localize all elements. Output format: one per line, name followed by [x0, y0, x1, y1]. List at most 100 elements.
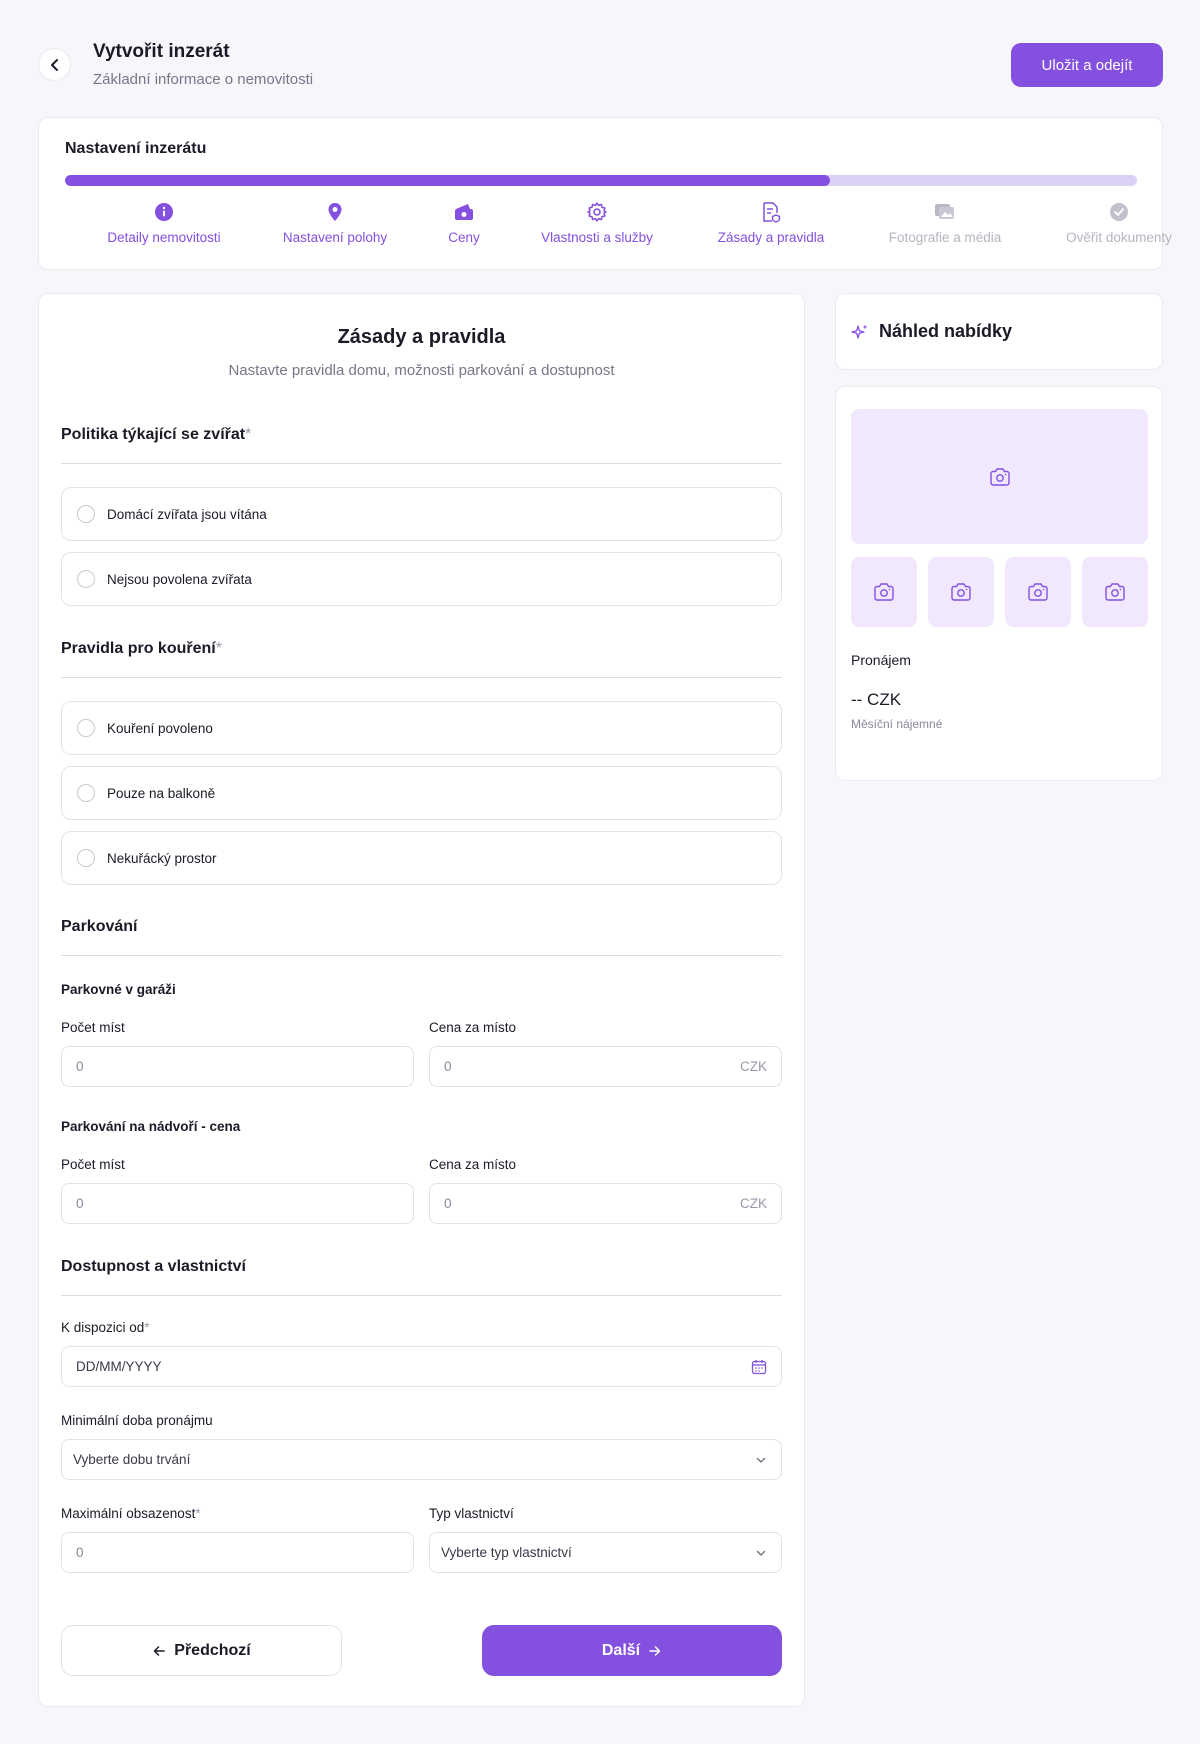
garage-price-input[interactable]: 0 CZK [429, 1046, 782, 1087]
step-label: Vlastnosti a služby [541, 230, 653, 245]
step-label: Nastavení polohy [282, 230, 388, 245]
camera-icon [874, 583, 894, 601]
location-pin-icon [323, 200, 347, 224]
availability-section-title: Dostupnost a vlastnictví [61, 1258, 246, 1275]
preview-title: Náhled nabídky [879, 321, 1013, 341]
step-photos[interactable]: Fotografie a média [865, 200, 1025, 245]
radio-button[interactable] [77, 570, 95, 588]
outdoor-price-label: Cena za místo [429, 1157, 517, 1172]
smoking-section-title: Pravidla pro kouření* [61, 640, 222, 657]
step-label: Fotografie a média [888, 230, 1002, 245]
thumb-photo-placeholder [928, 557, 994, 627]
main-photo-placeholder [851, 409, 1148, 544]
rules-form-card: Zásady a pravidla Nastavte pravidla domu… [38, 293, 805, 1707]
section-divider [61, 677, 782, 678]
next-button-label: Další [601, 1641, 641, 1659]
listing-price-note: Měsíční nájemné [851, 717, 943, 731]
progress-bar [65, 175, 1137, 186]
camera-icon [989, 467, 1010, 486]
section-divider [61, 463, 782, 464]
ownership-type-label: Typ vlastnictví [429, 1506, 514, 1521]
thumb-photo-placeholder [851, 557, 917, 627]
min-rental-label: Minimální doba pronájmu [61, 1413, 213, 1428]
radio-button[interactable] [77, 719, 95, 737]
chevron-down-icon [756, 1550, 766, 1556]
next-button[interactable]: Další [482, 1625, 782, 1676]
previous-button-label: Předchozí [174, 1641, 251, 1659]
max-occupancy-input[interactable]: 0 [61, 1532, 414, 1573]
garage-price-label: Cena za místo [429, 1020, 517, 1035]
available-from-label: K dispozici od* [61, 1320, 150, 1335]
radio-pets-welcome[interactable]: Domácí zvířata jsou vítána [61, 487, 782, 541]
listing-type: Pronájem [851, 652, 911, 668]
camera-icon [951, 583, 971, 601]
currency-suffix: CZK [740, 1196, 767, 1211]
save-and-exit-button[interactable]: Uložit a odejít [1011, 43, 1163, 87]
min-rental-select[interactable]: Vyberte dobu trvání [61, 1439, 782, 1480]
outdoor-count-input[interactable]: 0 [61, 1183, 414, 1224]
info-icon [152, 200, 176, 224]
step-features[interactable]: Vlastnosti a služby [517, 200, 677, 245]
radio-balcony-only[interactable]: Pouze na balkoně [61, 766, 782, 820]
camera-icon [1105, 583, 1125, 601]
chevron-left-icon [50, 58, 58, 71]
pets-section-title: Politika týkající se zvířat* [61, 426, 252, 443]
listing-price: -- CZK [851, 690, 902, 709]
currency-suffix: CZK [740, 1059, 767, 1074]
max-occupancy-label: Maximální obsazenost* [61, 1506, 201, 1521]
section-divider [61, 1295, 782, 1296]
step-label: Zásady a pravidla [717, 230, 825, 245]
radio-label: Nekuřácký prostor [107, 850, 217, 866]
radio-button[interactable] [77, 849, 95, 867]
radio-non-smoking[interactable]: Nekuřácký prostor [61, 831, 782, 885]
radio-label: Pouze na balkoně [107, 785, 216, 801]
outdoor-price-input[interactable]: 0 CZK [429, 1183, 782, 1224]
progress-card: Nastavení inzerátu Detaily nemovitosti N… [38, 117, 1172, 270]
wallet-icon [452, 200, 476, 224]
ownership-type-select[interactable]: Vyberte typ vlastnictví [429, 1532, 782, 1573]
sparkle-icon [851, 324, 868, 339]
parking-section-title: Parkování [61, 918, 138, 935]
form-subtitle: Nastavte pravidla domu, možnosti parková… [228, 362, 615, 379]
arrow-right-icon [649, 1645, 661, 1656]
camera-icon [1028, 583, 1048, 601]
previous-button[interactable]: Předchozí [61, 1625, 342, 1676]
progress-bar-fill [65, 175, 831, 186]
radio-smoking-allowed[interactable]: Kouření povoleno [61, 701, 782, 755]
check-circle-icon [1107, 200, 1131, 224]
page-subtitle: Základní informace o nemovitosti [93, 71, 314, 88]
gear-icon [585, 200, 609, 224]
outdoor-parking-label: Parkování na nádvoří - cena [61, 1119, 241, 1134]
radio-label: Kouření povoleno [107, 720, 213, 736]
preview-header: Náhled nabídky [835, 293, 1163, 370]
radio-button[interactable] [77, 505, 95, 523]
page-header: Vytvořit inzerát Základní informace o ne… [38, 38, 1163, 92]
step-label: Detaily nemovitosti [107, 230, 221, 245]
chevron-down-icon [756, 1457, 766, 1463]
radio-label: Nejsou povolena zvířata [107, 571, 252, 587]
rules-document-icon [759, 200, 783, 224]
step-label: Ceny [448, 230, 480, 245]
radio-label: Domácí zvířata jsou vítána [107, 506, 267, 522]
available-from-date-input[interactable]: DD/MM/YYYY [61, 1346, 782, 1387]
radio-button[interactable] [77, 784, 95, 802]
step-rules[interactable]: Zásady a pravidla [691, 200, 851, 245]
form-title: Zásady a pravidla [337, 326, 506, 348]
step-verify[interactable]: Ověřit dokumenty [1039, 200, 1199, 245]
step-property-details[interactable]: Detaily nemovitosti [84, 200, 244, 245]
section-divider [61, 955, 782, 956]
outdoor-count-label: Počet míst [61, 1157, 125, 1172]
back-button[interactable] [38, 48, 71, 81]
page-title: Vytvořit inzerát [93, 41, 230, 62]
progress-title: Nastavení inzerátu [65, 140, 207, 157]
garage-parking-label: Parkovné v garáži [61, 982, 176, 997]
thumb-photo-placeholder [1005, 557, 1071, 627]
arrow-left-icon [154, 1645, 166, 1656]
thumb-photo-placeholder [1082, 557, 1148, 627]
radio-no-pets[interactable]: Nejsou povolena zvířata [61, 552, 782, 606]
garage-count-input[interactable]: 0 [61, 1046, 414, 1087]
step-label: Ověřit dokumenty [1066, 230, 1172, 245]
calendar-icon[interactable] [751, 1359, 767, 1375]
gallery-icon [933, 200, 957, 224]
listing-preview-card: Pronájem -- CZK Měsíční nájemné [835, 386, 1163, 781]
